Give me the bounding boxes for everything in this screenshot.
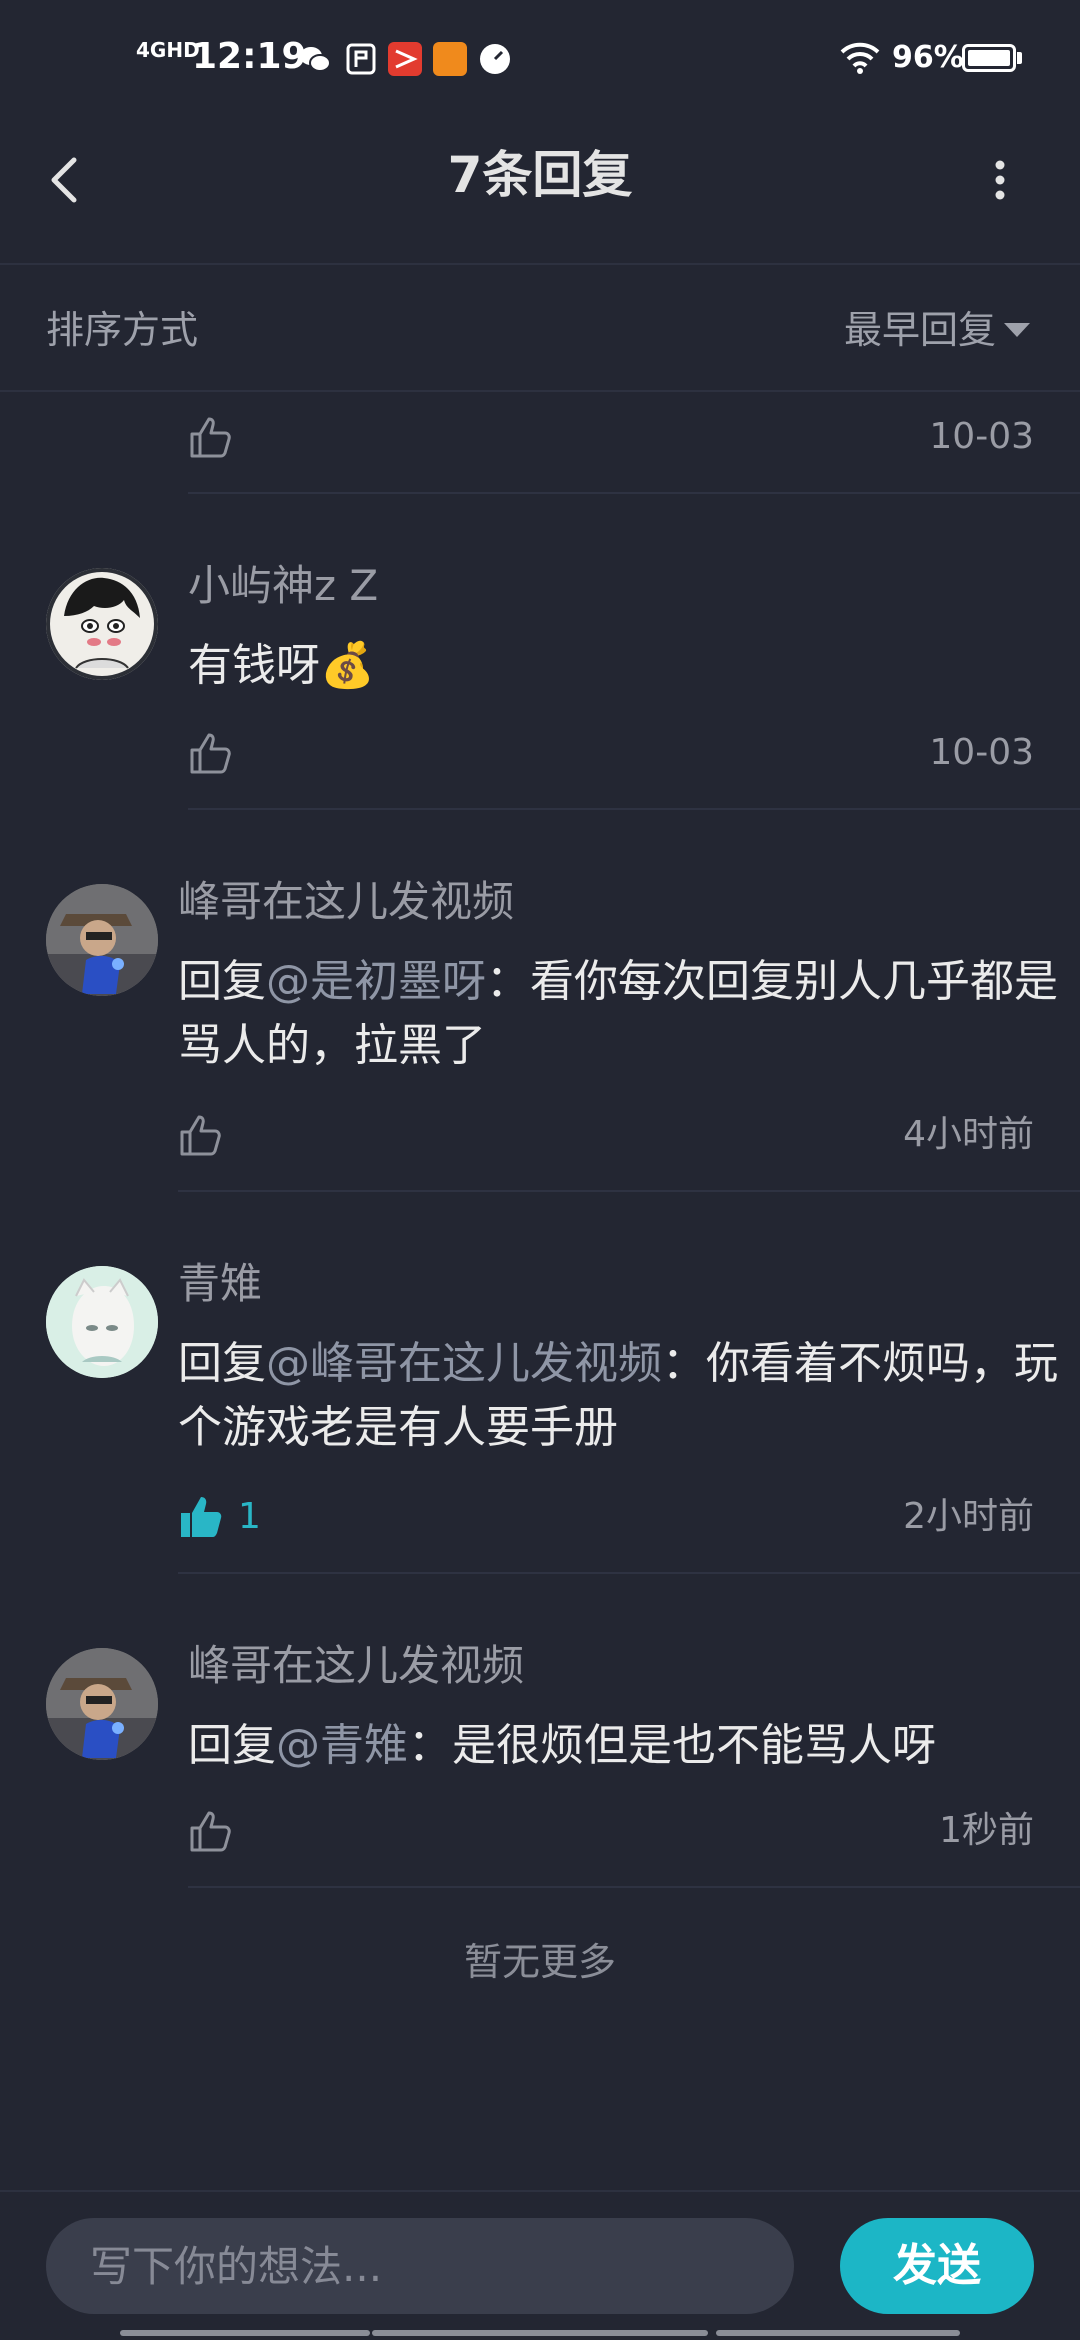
comment-time: 4小时前 <box>903 1114 1034 1155</box>
speed-icon <box>478 42 512 76</box>
mention-link[interactable]: @青雉 <box>276 1720 408 1771</box>
caret-down-icon[interactable] <box>1004 323 1030 337</box>
comment-time: 2小时前 <box>903 1496 1034 1537</box>
sort-label: 排序方式 <box>46 308 199 352</box>
sort-dropdown[interactable]: 最早回复 <box>844 302 996 358</box>
capcut-icon <box>388 42 422 76</box>
wechat-icon <box>298 42 332 76</box>
comment-username[interactable]: 峰哥在这儿发视频 <box>188 1638 524 1694</box>
status-time: 12:19 <box>192 36 307 77</box>
no-more-text: 暂无更多 <box>463 1940 616 1984</box>
battery-tip <box>1017 52 1022 64</box>
reply-prefix: 回复 <box>178 956 266 1007</box>
thumbs-up-filled-icon[interactable] <box>178 1494 224 1540</box>
avatar[interactable] <box>46 884 158 996</box>
page-title: 7条回复 <box>447 146 633 204</box>
divider <box>178 1190 1080 1192</box>
avatar[interactable] <box>46 1648 158 1760</box>
mention-link[interactable]: @是初墨呀 <box>266 956 486 1007</box>
thumbs-up-icon[interactable] <box>178 1112 224 1158</box>
comment-text: 回复@是初墨呀：看你每次回复别人几乎都是骂人的，拉黑了 <box>178 950 1058 1078</box>
thumbs-up-icon[interactable] <box>188 1808 234 1854</box>
avatar[interactable] <box>46 1266 158 1378</box>
comment-text: 有钱呀💰 <box>188 640 375 691</box>
status-bar: 4GHD 12:19 96% <box>0 0 1080 110</box>
nav-indicator <box>120 2330 370 2336</box>
comment-username[interactable]: 青雉 <box>178 1256 262 1312</box>
comment-username[interactable]: 小屿神z Z <box>188 558 378 614</box>
comment-text: 回复@青雉：是很烦但是也不能骂人呀 <box>188 1714 1068 1778</box>
reply-prefix: 回复 <box>178 1338 266 1389</box>
battery-icon <box>962 44 1016 72</box>
like-count: 1 <box>238 1496 261 1537</box>
more-vertical-icon[interactable] <box>990 155 1010 205</box>
divider <box>188 492 1080 494</box>
send-button[interactable]: 发送 <box>840 2218 1034 2314</box>
divider <box>188 1886 1080 1888</box>
comment-time: 1秒前 <box>939 1810 1034 1851</box>
comment-input[interactable] <box>46 2218 794 2314</box>
avatar[interactable] <box>46 568 158 680</box>
wifi-icon <box>840 40 880 78</box>
comment-time: 10-03 <box>929 416 1034 457</box>
comment-time: 10-03 <box>929 732 1034 773</box>
divider <box>0 390 1080 392</box>
thumbs-up-icon[interactable] <box>188 414 234 460</box>
divider <box>178 1572 1080 1574</box>
reply-prefix: 回复 <box>188 1720 276 1771</box>
comment-username[interactable]: 峰哥在这儿发视频 <box>178 874 514 930</box>
reply-body: ：是很烦但是也不能骂人呀 <box>408 1720 936 1771</box>
nav-indicator <box>716 2330 960 2336</box>
battery-percent: 96% <box>892 40 964 75</box>
thumbs-up-icon[interactable] <box>188 730 234 776</box>
network-indicator: 4GHD <box>136 38 200 62</box>
divider <box>188 808 1080 810</box>
nav-indicator <box>372 2330 708 2336</box>
comment-text: 回复@峰哥在这儿发视频：你看着不烦吗，玩个游戏老是有人要手册 <box>178 1332 1058 1460</box>
bank-app-icon <box>433 42 467 76</box>
app-icon <box>344 42 378 76</box>
mention-link[interactable]: @峰哥在这儿发视频 <box>266 1338 662 1389</box>
